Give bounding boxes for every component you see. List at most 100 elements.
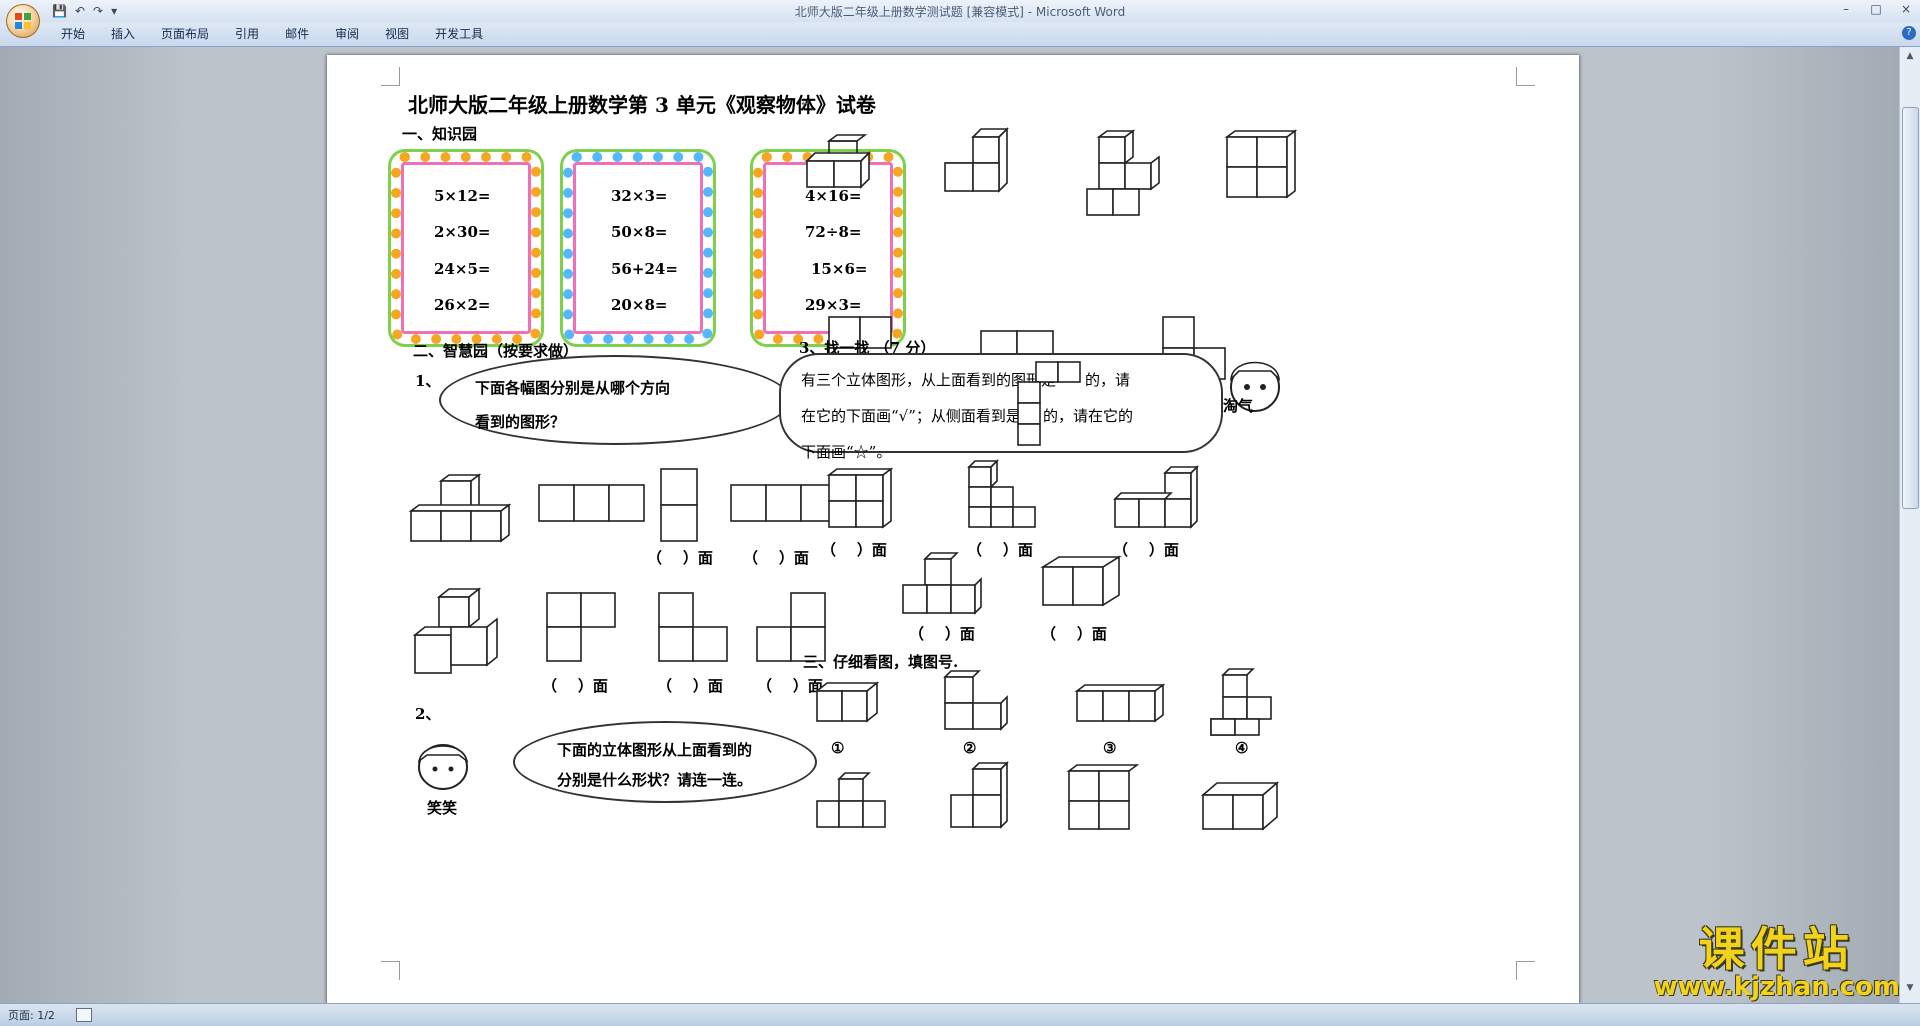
cube-figure [943,670,1008,731]
answer-blank: （ ）面 [909,625,975,643]
minimize-button[interactable]: – [1838,2,1854,16]
face-view [546,592,616,662]
crop-mark [1516,67,1535,86]
face-view [538,484,645,522]
option-3: ③ [1103,739,1117,757]
option-2: ② [963,739,977,757]
cube-figure [1200,781,1280,831]
answer-blank: （ ）面 [821,541,887,559]
boy-label: 淘气 [1223,397,1254,415]
equation: 5×12= [434,187,491,205]
equation: 4×16= [805,187,862,205]
watermark-logo: 课件站 www.kjzhan.com [1654,925,1900,1001]
section-knowledge: 一、知识园 [402,125,478,143]
equation: 72÷8= [805,223,862,241]
equation: 20×8= [611,296,668,314]
candy-frame [563,152,713,344]
cube-figure [826,467,894,529]
tab-insert[interactable]: 插入 [98,22,148,46]
question-2-label: 2、 [415,705,441,723]
scroll-up-icon[interactable]: ▲ [1902,51,1918,61]
maximize-button[interactable]: □ [1868,2,1884,16]
page-count[interactable]: 页面: 1/2 [8,1007,55,1023]
face-view [730,484,837,522]
equation: 56+24= [611,260,678,278]
cube-figure [412,587,498,674]
crop-mark [381,67,400,86]
tab-page-layout[interactable]: 页面布局 [148,22,222,46]
crop-mark [381,961,400,980]
bubble-text: 的，请在它的 [1043,407,1134,425]
tab-view[interactable]: 视图 [372,22,422,46]
equation: 50×8= [611,223,668,241]
cube-figure [814,681,880,723]
watermark-name: 课件站 [1698,922,1855,976]
status-bar: 页面: 1/2 [0,1003,1920,1026]
answer-blank: （ ）面 [542,677,608,695]
speech-bubble [779,353,1223,453]
cube-figure [950,761,1009,829]
close-button[interactable]: × [1898,2,1914,16]
cube-figure [944,127,1009,193]
inline-shape-two-squares [1035,361,1081,383]
cube-figure [1113,465,1199,529]
help-icon[interactable]: ? [1902,26,1916,40]
section-observe: 三、仔细看图，填图号. [803,653,959,671]
equation: 26×2= [434,296,491,314]
girl-label: 笑笑 [427,799,458,817]
equation: 2×30= [434,223,491,241]
question-1-label: 1、 [415,372,441,390]
watermark-url: www.kjzhan.com [1653,972,1900,1002]
cube-figure [1210,668,1272,736]
equation: 32×3= [611,187,668,205]
cube-figure [805,134,871,189]
scroll-down-icon[interactable]: ▼ [1902,983,1918,993]
bubble-text: 在它的下面画“√”；从侧面看到是 [801,407,1021,425]
proofing-icon[interactable] [76,1008,92,1022]
option-1: ① [831,739,845,757]
tab-references[interactable]: 引用 [222,22,272,46]
cube-figure [1066,764,1140,830]
vertical-scrollbar[interactable]: ▲ ▼ [1899,47,1920,1003]
cube-figure [1040,555,1122,607]
document-page[interactable]: 北师大版二年级上册数学第 3 单元《观察物体》试卷 ↵ 一、知识园 5×12= … [327,55,1579,1003]
answer-blank: （ ）面 [647,549,713,567]
tab-mailings[interactable]: 邮件 [272,22,322,46]
bubble-text: 下面画“☆”。 [801,443,892,461]
cube-figure [1224,129,1298,199]
answer-blank: （ ）面 [657,677,723,695]
bubble-text: 的，请 [1085,371,1131,389]
scroll-thumb[interactable] [1902,107,1919,509]
equation: 15×6= [811,260,868,278]
cloud-text: 下面的立体图形从上面看到的 [557,741,753,759]
office-button[interactable] [6,4,40,38]
inline-shape-three-squares [1017,381,1041,446]
answer-blank: （ ）面 [1041,625,1107,643]
face-view [660,468,698,542]
title-bar: 💾 ↶ ↷ ▾ 北师大版二年级上册数学测试题 [兼容模式] - Microsof… [0,0,1920,38]
document-workspace: 北师大版二年级上册数学第 3 单元《观察物体》试卷 ↵ 一、知识园 5×12= … [0,47,1900,1003]
crop-mark [1516,961,1535,980]
cloud-text: 下面各幅图分别是从哪个方向 [475,379,671,397]
cube-figure [408,473,512,543]
cube-figure [967,459,1036,528]
cloud-text: 看到的图形？ [475,413,566,431]
office-logo-icon [15,13,31,29]
option-4: ④ [1235,739,1249,757]
tab-home[interactable]: 开始 [48,22,98,46]
window-controls: – □ × [1838,2,1914,16]
answer-blank: （ ）面 [743,549,809,567]
equation: 29×3= [805,296,862,314]
equation: 24×5= [434,260,491,278]
cube-figure [902,552,982,615]
answer-blank: （ ）面 [757,677,823,695]
cube-figure [1074,683,1166,723]
speech-cloud [513,721,817,803]
window-title: 北师大版二年级上册数学测试题 [兼容模式] - Microsoft Word [794,5,1126,19]
cloud-text: 分别是什么形状？请连一连。 [557,771,753,789]
cube-figure [1086,129,1160,216]
tab-review[interactable]: 审阅 [322,22,372,46]
cube-figure [816,772,886,828]
paragraph-mark: ↵ [801,97,811,110]
tab-developer[interactable]: 开发工具 [422,22,496,46]
